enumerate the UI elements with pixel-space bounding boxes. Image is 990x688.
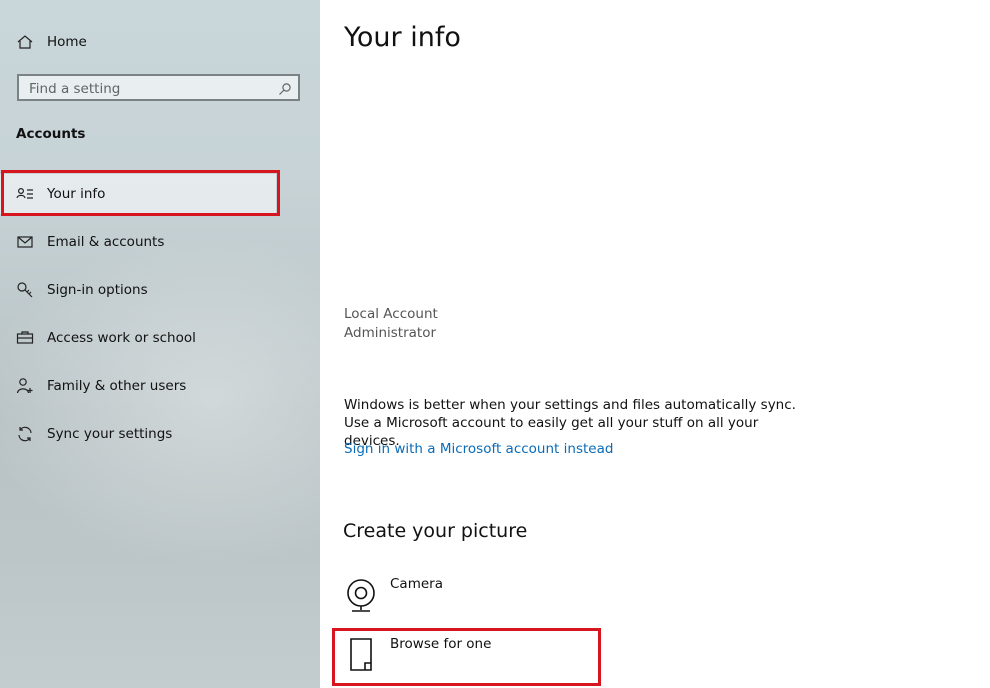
key-icon [16, 281, 34, 299]
camera-icon [344, 576, 380, 616]
sidebar-item-sign-in-options[interactable]: Sign-in options [0, 270, 320, 310]
sidebar-item-label: Sign-in options [47, 282, 148, 298]
sidebar-item-email-accounts[interactable]: Email & accounts [0, 222, 320, 262]
sidebar-item-label: Family & other users [47, 378, 187, 394]
create-picture-title: Create your picture [343, 520, 528, 542]
sync-icon [16, 425, 34, 443]
home-icon [16, 33, 34, 51]
account-role: Administrator [344, 325, 437, 341]
microsoft-signin-link[interactable]: Sign in with a Microsoft account instead [344, 441, 613, 457]
page-title: Your info [344, 22, 461, 53]
sidebar-item-sync-settings[interactable]: Sync your settings [0, 414, 320, 454]
home-nav-item[interactable]: Home [0, 22, 320, 62]
briefcase-icon [16, 329, 34, 347]
account-info: Local Account Administrator [344, 305, 438, 343]
search-input[interactable]: Find a setting [17, 74, 300, 101]
sidebar-item-access-work[interactable]: Access work or school [0, 318, 320, 358]
mail-icon [16, 233, 34, 251]
sidebar-item-label: Email & accounts [47, 234, 165, 250]
sidebar-item-label: Access work or school [47, 330, 196, 346]
person-add-icon [16, 377, 34, 395]
camera-label: Camera [390, 576, 443, 592]
sidebar-item-family-users[interactable]: Family & other users [0, 366, 320, 406]
main-content: Your info Local Account Administrator Wi… [320, 0, 990, 688]
sidebar-item-label: Sync your settings [47, 426, 173, 442]
account-type: Local Account [344, 306, 438, 322]
home-label: Home [47, 34, 87, 50]
highlight-browse [332, 628, 601, 686]
highlight-your-info [1, 170, 280, 216]
camera-option[interactable]: Camera [344, 576, 594, 628]
search-icon[interactable] [278, 81, 292, 95]
search-placeholder: Find a setting [29, 81, 121, 97]
sidebar: Home Find a setting Accounts Your info E… [0, 0, 320, 688]
section-title: Accounts [16, 126, 86, 142]
